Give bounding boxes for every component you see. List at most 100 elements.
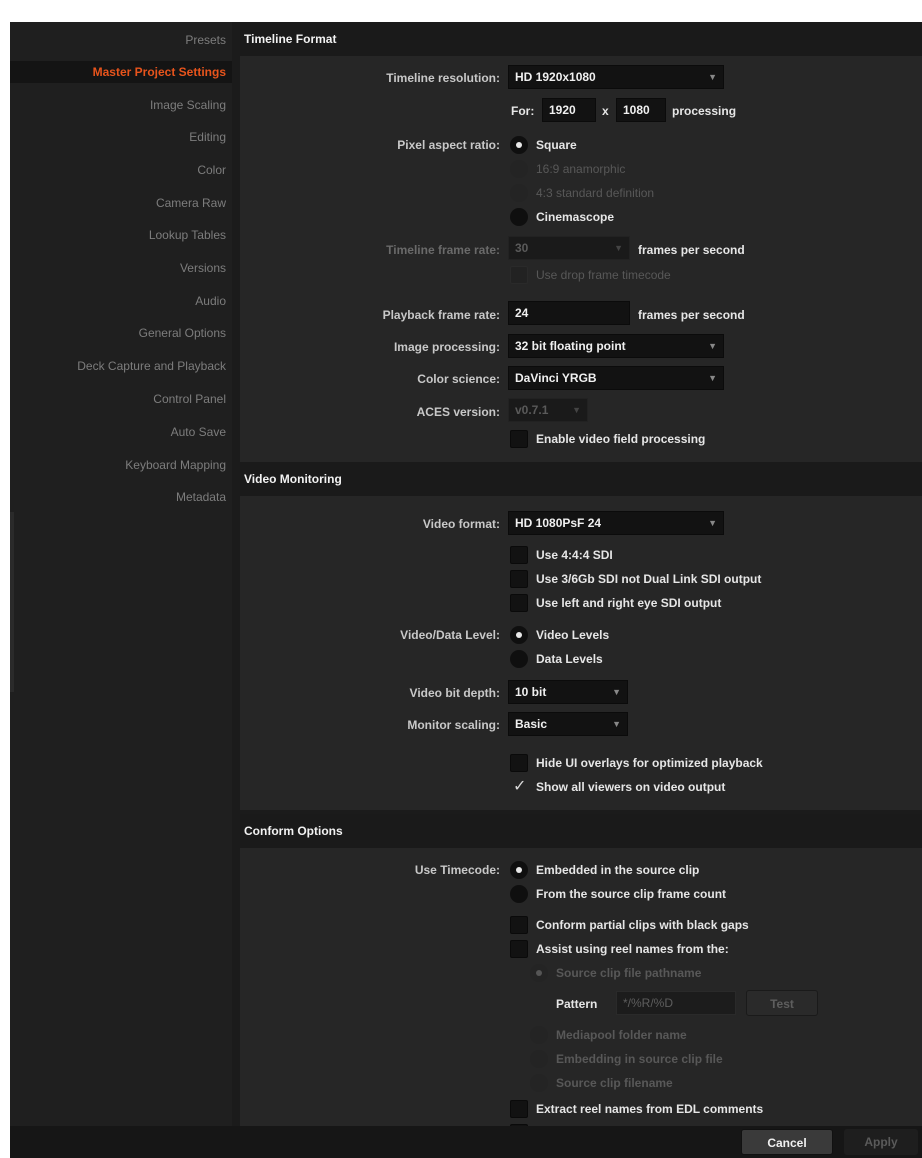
- show-all-viewers-checkbox[interactable]: ✓: [510, 778, 528, 796]
- sidebar-item-versions[interactable]: Versions: [10, 257, 226, 279]
- option-cinemascope-label: Cinemascope: [536, 210, 615, 224]
- sidebar-item-master-project-settings[interactable]: Master Project Settings: [10, 61, 232, 83]
- option-4-3-label: 4:3 standard definition: [536, 186, 655, 200]
- radio-embedding-in-source-clip[interactable]: [530, 1050, 548, 1068]
- sidebar-item-presets[interactable]: Presets: [10, 29, 226, 51]
- radio-selected-dot: [536, 970, 542, 976]
- sidebar-item-metadata[interactable]: Metadata: [10, 486, 226, 508]
- use-444-sdi-checkbox[interactable]: [510, 546, 528, 564]
- video-data-level-label: Video/Data Level:: [400, 628, 500, 642]
- use-eye-sdi-label: Use left and right eye SDI output: [536, 596, 722, 610]
- radio-selected-dot: [516, 632, 522, 638]
- sidebar-item-lookup-tables[interactable]: Lookup Tables: [10, 224, 226, 246]
- sidebar-item-editing[interactable]: Editing: [10, 126, 226, 148]
- apply-button[interactable]: Apply: [844, 1129, 918, 1155]
- radio-selected-dot: [516, 867, 522, 873]
- radio-cinemascope[interactable]: [510, 208, 528, 226]
- test-button[interactable]: Test: [746, 990, 818, 1016]
- hide-ui-overlays-checkbox[interactable]: [510, 754, 528, 772]
- drop-frame-checkbox[interactable]: [510, 266, 528, 284]
- use-3-6gb-sdi-label: Use 3/6Gb SDI not Dual Link SDI output: [536, 572, 762, 586]
- conform-partial-clips-checkbox[interactable]: [510, 916, 528, 934]
- pixel-aspect-label: Pixel aspect ratio:: [397, 138, 500, 152]
- aces-version-value: v0.7.1: [515, 403, 549, 417]
- chevron-down-icon: ▼: [614, 243, 623, 253]
- use-3-6gb-sdi-checkbox[interactable]: [510, 570, 528, 588]
- video-field-processing-label: Enable video field processing: [536, 432, 706, 446]
- sidebar-item-deck-capture-and-playback[interactable]: Deck Capture and Playback: [10, 355, 226, 377]
- monitor-scaling-label: Monitor scaling:: [407, 718, 500, 732]
- color-science-label: Color science:: [417, 372, 500, 386]
- dialog-footer: Cancel Apply: [10, 1126, 922, 1158]
- option-embedded-source-clip-label: Embedded in the source clip: [536, 863, 700, 877]
- video-bit-depth-dropdown[interactable]: 10 bit ▼: [508, 680, 628, 704]
- radio-embedded-source-clip[interactable]: [510, 861, 528, 879]
- chevron-down-icon: ▼: [612, 687, 621, 697]
- option-square-label: Square: [536, 138, 577, 152]
- radio-4-3-standard-definition[interactable]: [510, 184, 528, 202]
- timeline-width-input[interactable]: 1920: [542, 98, 596, 122]
- video-format-dropdown[interactable]: HD 1080PsF 24 ▼: [508, 511, 724, 535]
- radio-mediapool-folder-name[interactable]: [530, 1026, 548, 1044]
- for-label: For:: [511, 104, 535, 118]
- radio-source-clip-file-pathname[interactable]: [530, 964, 548, 982]
- timeline-frame-rate-dropdown[interactable]: 30 ▼: [508, 236, 630, 260]
- option-video-levels-label: Video Levels: [536, 628, 610, 642]
- radio-data-levels[interactable]: [510, 650, 528, 668]
- extract-reel-names-checkbox[interactable]: [510, 1100, 528, 1118]
- pattern-input[interactable]: */%R/%D: [616, 991, 736, 1015]
- radio-video-levels[interactable]: [510, 626, 528, 644]
- section-video-monitoring: Video format: HD 1080PsF 24 ▼ Use 4:4:4 …: [240, 496, 922, 810]
- sidebar-item-control-panel[interactable]: Control Panel: [10, 388, 226, 410]
- color-science-value: DaVinci YRGB: [515, 371, 597, 385]
- drop-frame-label: Use drop frame timecode: [536, 268, 671, 282]
- video-bit-depth-label: Video bit depth:: [409, 686, 500, 700]
- radio-16-9-anamorphic[interactable]: [510, 160, 528, 178]
- radio-source-clip-filename[interactable]: [530, 1074, 548, 1092]
- aces-version-dropdown[interactable]: v0.7.1 ▼: [508, 398, 588, 422]
- assist-reel-names-label: Assist using reel names from the:: [536, 942, 729, 956]
- sidebar-item-color[interactable]: Color: [10, 159, 226, 181]
- timeline-frame-rate-label: Timeline frame rate:: [386, 243, 500, 257]
- timeline-resolution-label: Timeline resolution:: [386, 71, 500, 85]
- video-field-processing-checkbox[interactable]: [510, 430, 528, 448]
- timeline-resolution-dropdown[interactable]: HD 1920x1080 ▼: [508, 65, 724, 89]
- use-timecode-label: Use Timecode:: [414, 863, 500, 877]
- section-header-timeline-format: Timeline Format: [240, 22, 922, 56]
- option-frame-count-label: From the source clip frame count: [536, 887, 727, 901]
- option-source-clip-file-pathname-label: Source clip file pathname: [556, 966, 702, 980]
- checkmark-icon: ✓: [513, 778, 527, 795]
- sidebar-item-auto-save[interactable]: Auto Save: [10, 421, 226, 443]
- chevron-down-icon: ▼: [708, 341, 717, 351]
- image-processing-dropdown[interactable]: 32 bit floating point ▼: [508, 334, 724, 358]
- radio-square[interactable]: [510, 136, 528, 154]
- timeline-fps-label: frames per second: [638, 243, 745, 257]
- chevron-down-icon: ▼: [612, 719, 621, 729]
- timeline-height-input[interactable]: 1080: [616, 98, 666, 122]
- chevron-down-icon: ▼: [572, 405, 581, 415]
- sidebar-item-audio[interactable]: Audio: [10, 290, 226, 312]
- timeline-resolution-value: HD 1920x1080: [515, 70, 596, 84]
- dimension-x-label: x: [602, 104, 609, 118]
- monitor-scaling-dropdown[interactable]: Basic ▼: [508, 712, 628, 736]
- assist-reel-names-checkbox[interactable]: [510, 940, 528, 958]
- section-timeline-format: Timeline resolution: HD 1920x1080 ▼ For:…: [240, 56, 922, 462]
- sidebar-item-image-scaling[interactable]: Image Scaling: [10, 94, 226, 116]
- option-data-levels-label: Data Levels: [536, 652, 603, 666]
- aces-version-label: ACES version:: [416, 405, 500, 419]
- sidebar-item-camera-raw[interactable]: Camera Raw: [10, 192, 226, 214]
- radio-source-clip-frame-count[interactable]: [510, 885, 528, 903]
- cancel-button[interactable]: Cancel: [741, 1129, 833, 1155]
- extract-reel-names-label: Extract reel names from EDL comments: [536, 1102, 764, 1116]
- sidebar-item-keyboard-mapping[interactable]: Keyboard Mapping: [10, 454, 226, 476]
- processing-label: processing: [672, 104, 737, 118]
- playback-frame-rate-input[interactable]: 24: [508, 301, 630, 325]
- playback-frame-rate-label: Playback frame rate:: [382, 308, 500, 322]
- use-eye-sdi-checkbox[interactable]: [510, 594, 528, 612]
- chevron-down-icon: ▼: [708, 373, 717, 383]
- section-conform-options: Use Timecode: Embedded in the source cli…: [240, 848, 922, 1142]
- playback-fps-label: frames per second: [638, 308, 745, 322]
- pattern-label: Pattern: [556, 997, 598, 1011]
- color-science-dropdown[interactable]: DaVinci YRGB ▼: [508, 366, 724, 390]
- sidebar-item-general-options[interactable]: General Options: [10, 322, 226, 344]
